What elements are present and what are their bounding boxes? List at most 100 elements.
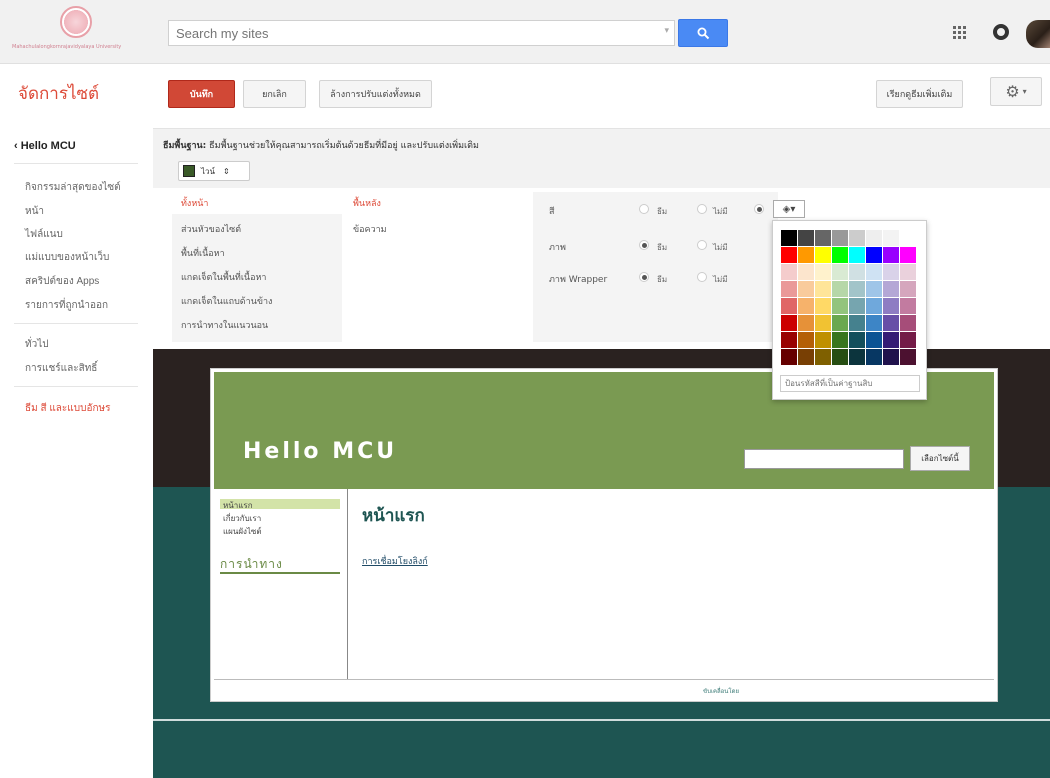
color-swatch[interactable] [883, 247, 899, 263]
color-swatch[interactable] [849, 298, 865, 314]
color-swatch[interactable] [849, 315, 865, 331]
color-swatch[interactable] [815, 315, 831, 331]
color-swatch[interactable] [815, 281, 831, 297]
color-swatch[interactable] [900, 247, 916, 263]
color-swatch[interactable] [866, 349, 882, 365]
props-header[interactable]: พื้นหลัง [353, 196, 381, 210]
back-to-site-link[interactable]: ‹ Hello MCU [14, 140, 76, 152]
preview-nav-sitemap[interactable]: แผนผังไซต์ [223, 525, 262, 538]
color-custom-radio[interactable] [754, 204, 764, 214]
apps-grid-icon[interactable] [953, 26, 967, 40]
color-swatch[interactable] [832, 247, 848, 263]
elements-header[interactable]: ทั้งหน้า [181, 196, 208, 210]
color-swatch[interactable] [815, 264, 831, 280]
color-swatch[interactable] [815, 247, 831, 263]
color-swatch[interactable] [832, 281, 848, 297]
color-swatch[interactable] [849, 281, 865, 297]
color-swatch[interactable] [883, 230, 899, 246]
color-swatch[interactable] [832, 230, 848, 246]
sidebar-item-apps-scripts[interactable]: สคริปต์ของ Apps [25, 274, 99, 289]
color-swatch[interactable] [849, 230, 865, 246]
color-swatch[interactable] [798, 230, 814, 246]
base-theme-select[interactable]: ไวน์ ⇕ [178, 161, 250, 181]
color-swatch[interactable] [900, 349, 916, 365]
color-swatch[interactable] [900, 230, 916, 246]
color-swatch[interactable] [866, 247, 882, 263]
color-swatch[interactable] [900, 315, 916, 331]
color-swatch[interactable] [883, 264, 899, 280]
preview-search-input[interactable] [744, 449, 904, 469]
color-swatch[interactable] [815, 332, 831, 348]
prop-text[interactable]: ข้อความ [353, 222, 387, 236]
color-swatch[interactable] [849, 332, 865, 348]
color-swatch[interactable] [798, 298, 814, 314]
preview-nav-home[interactable]: หน้าแรก [223, 499, 253, 512]
search-dropdown-icon[interactable]: ▾ [664, 26, 669, 36]
preview-main-title[interactable]: หน้าแรก [362, 502, 425, 529]
search-button[interactable] [678, 19, 728, 47]
element-horizontal-nav[interactable]: การนำทางในแนวนอน [181, 318, 268, 332]
color-swatch[interactable] [866, 332, 882, 348]
color-swatch[interactable] [900, 281, 916, 297]
color-swatch[interactable] [883, 349, 899, 365]
color-swatch[interactable] [883, 298, 899, 314]
hex-color-input[interactable] [780, 375, 920, 392]
color-swatch[interactable] [781, 315, 797, 331]
sidebar-item-pages[interactable]: หน้า [25, 204, 44, 219]
color-swatch[interactable] [883, 332, 899, 348]
browse-themes-button[interactable]: เรียกดูธีมเพิ่มเติม [876, 80, 963, 108]
color-swatch[interactable] [832, 349, 848, 365]
preview-search-button[interactable]: เลือกไซต์นี้ [910, 446, 970, 471]
color-swatch[interactable] [832, 332, 848, 348]
color-swatch[interactable] [798, 281, 814, 297]
color-swatch[interactable] [781, 247, 797, 263]
sidebar-item-deleted-items[interactable]: รายการที่ถูกนำออก [25, 298, 108, 313]
sidebar-item-themes[interactable]: ธีม สี และแบบอักษร [25, 401, 110, 416]
search-input[interactable] [169, 21, 649, 45]
color-swatch[interactable] [798, 247, 814, 263]
color-swatch[interactable] [815, 349, 831, 365]
color-swatch[interactable] [798, 264, 814, 280]
sidebar-item-recent-activity[interactable]: กิจกรรมล่าสุดของไซต์ [25, 180, 121, 195]
color-swatch[interactable] [849, 349, 865, 365]
color-swatch[interactable] [781, 349, 797, 365]
color-swatch[interactable] [781, 298, 797, 314]
color-swatch[interactable] [798, 332, 814, 348]
element-site-header[interactable]: ส่วนหัวของไซต์ [181, 222, 241, 236]
element-content-gadgets[interactable]: แกดเจ็ตในพื้นที่เนื้อหา [181, 270, 266, 284]
color-swatch[interactable] [798, 349, 814, 365]
color-swatch[interactable] [815, 230, 831, 246]
color-swatch[interactable] [866, 298, 882, 314]
wrapper-none-radio[interactable] [697, 272, 707, 282]
color-theme-radio[interactable] [639, 204, 649, 214]
save-button[interactable]: บันทึก [168, 80, 235, 108]
reset-all-button[interactable]: ล้างการปรับแต่งทั้งหมด [319, 80, 432, 108]
image-theme-radio[interactable] [639, 240, 649, 250]
color-swatch[interactable] [781, 281, 797, 297]
color-swatch[interactable] [883, 281, 899, 297]
color-swatch[interactable] [781, 332, 797, 348]
cancel-button[interactable]: ยกเลิก [243, 80, 306, 108]
color-swatch[interactable] [832, 298, 848, 314]
color-swatch[interactable] [815, 298, 831, 314]
notifications-icon[interactable] [993, 24, 1009, 40]
avatar[interactable] [1026, 20, 1050, 48]
preview-main-link[interactable]: การเชื่อมโยงลิงก์ [362, 554, 428, 568]
color-swatch[interactable] [883, 315, 899, 331]
color-swatch[interactable] [781, 264, 797, 280]
color-swatch[interactable] [781, 230, 797, 246]
color-none-radio[interactable] [697, 204, 707, 214]
sidebar-item-attachments[interactable]: ไฟล์แนบ [25, 227, 63, 242]
element-content-area[interactable]: พื้นที่เนื้อหา [181, 246, 225, 260]
color-swatch[interactable] [798, 315, 814, 331]
sidebar-item-page-templates[interactable]: แม่แบบของหน้าเว็บ [25, 250, 109, 265]
color-swatch[interactable] [900, 298, 916, 314]
color-picker-button[interactable]: ◈▾ [773, 200, 805, 218]
element-sidebar-gadgets[interactable]: แกดเจ็ตในแถบด้านข้าง [181, 294, 272, 308]
preview-sidebar[interactable]: หน้าแรก เกี่ยวกับเรา แผนผังไซต์ การนำทาง [214, 489, 348, 679]
color-swatch[interactable] [832, 315, 848, 331]
color-swatch[interactable] [866, 281, 882, 297]
image-none-radio[interactable] [697, 240, 707, 250]
preview-nav-about[interactable]: เกี่ยวกับเรา [223, 512, 261, 525]
color-swatch[interactable] [832, 264, 848, 280]
